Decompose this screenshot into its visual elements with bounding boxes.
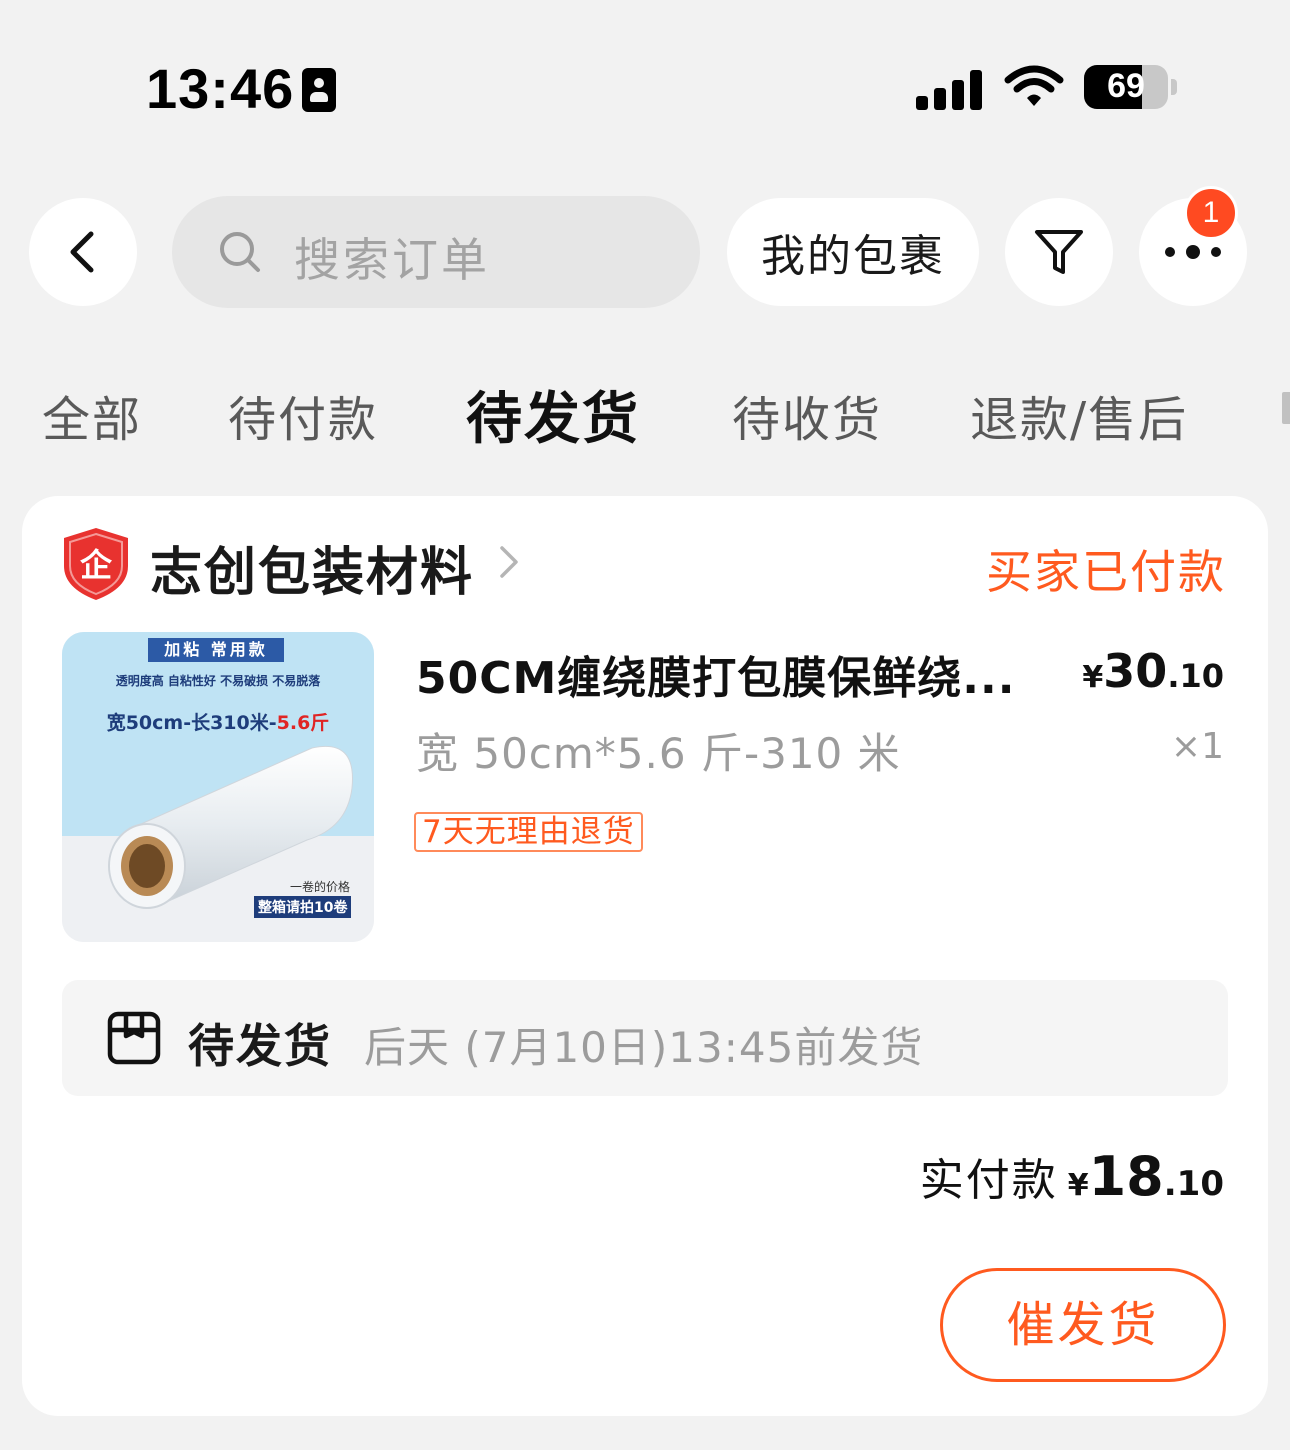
product-image-note-box: 整箱请拍10卷	[254, 896, 352, 918]
search-icon	[220, 232, 260, 272]
tab-all[interactable]: 全部	[42, 380, 142, 450]
wifi-icon	[1004, 65, 1064, 106]
product-image-tag: 加粘 常用款	[148, 638, 284, 662]
return-policy-tag: 7天无理由退货	[414, 812, 643, 852]
battery-percent: 69	[1107, 67, 1145, 105]
battery-icon: 69	[1084, 65, 1168, 109]
chevron-left-icon	[70, 231, 94, 273]
shop-badge-text: 企	[80, 546, 113, 584]
shipping-deadline: 后天 (7月10日)13:45前发货	[364, 1023, 924, 1072]
back-button[interactable]	[29, 198, 137, 306]
amount-paid-label: 实付款	[919, 1155, 1058, 1206]
search-input[interactable]: 搜索订单	[172, 196, 700, 308]
status-time: 13:46	[146, 57, 295, 120]
price-decimal: .10	[1167, 657, 1224, 695]
amount-paid: 实付款 ¥18.10	[920, 1144, 1224, 1208]
chevron-right-icon[interactable]	[496, 544, 522, 580]
amount-paid-symbol: ¥	[1067, 1168, 1089, 1203]
tab-pending-payment[interactable]: 待付款	[228, 380, 378, 450]
price-integer: 30	[1103, 644, 1168, 698]
amount-paid-decimal: .10	[1163, 1164, 1224, 1204]
funnel-filter-icon	[1035, 230, 1083, 274]
product-image-note: 一卷的价格	[290, 880, 351, 894]
product-image[interactable]: 加粘 常用款 透明度高 自粘性好 不易破损 不易脱落 宽50cm-长310米-5…	[62, 632, 374, 942]
status-bar: 13:46 69	[0, 0, 1290, 170]
tab-pending-receipt[interactable]: 待收货	[732, 380, 882, 450]
tab-overflow-hint	[1282, 392, 1290, 424]
urge-shipment-button[interactable]: 催发货	[940, 1268, 1226, 1382]
product-price: ¥30.10	[1082, 644, 1224, 698]
shipping-label: 待发货	[188, 1019, 332, 1073]
order-tabs: 全部 待付款 待发货 待收货 退款/售后	[0, 380, 1290, 460]
my-parcels-button[interactable]: 我的包裹	[727, 198, 979, 306]
more-dots-icon	[1165, 245, 1221, 259]
product-image-features: 透明度高 自粘性好 不易破损 不易脱落	[115, 674, 321, 688]
tab-refund-aftersale[interactable]: 退款/售后	[970, 380, 1188, 450]
notification-badge: 1	[1184, 186, 1238, 240]
order-card: 企 志创包装材料 买家已付款 加粘 常用款 透明度高 自粘性好 不易破损 不易脱…	[22, 496, 1268, 1416]
product-title[interactable]: 50CM缠绕膜打包膜保鲜绕...	[416, 642, 1056, 706]
tab-pending-shipment[interactable]: 待发货	[466, 374, 640, 455]
product-quantity: ×1	[1170, 726, 1224, 767]
price-symbol: ¥	[1082, 660, 1104, 695]
amount-paid-integer: 18	[1088, 1145, 1164, 1208]
package-box-icon	[107, 1011, 161, 1065]
product-spec: 宽 50cm*5.6 斤-310 米	[416, 729, 901, 778]
enterprise-shield-icon: 企	[64, 528, 128, 600]
shop-name[interactable]: 志创包装材料	[150, 530, 474, 605]
id-card-icon	[302, 68, 336, 112]
filter-button[interactable]	[1005, 198, 1113, 306]
order-status: 买家已付款	[986, 545, 1226, 599]
shipping-status-bar[interactable]: 待发货 后天 (7月10日)13:45前发货	[62, 980, 1228, 1096]
battery-cap	[1171, 79, 1177, 95]
search-placeholder: 搜索订单	[294, 233, 490, 287]
cellular-signal-icon	[916, 66, 982, 110]
